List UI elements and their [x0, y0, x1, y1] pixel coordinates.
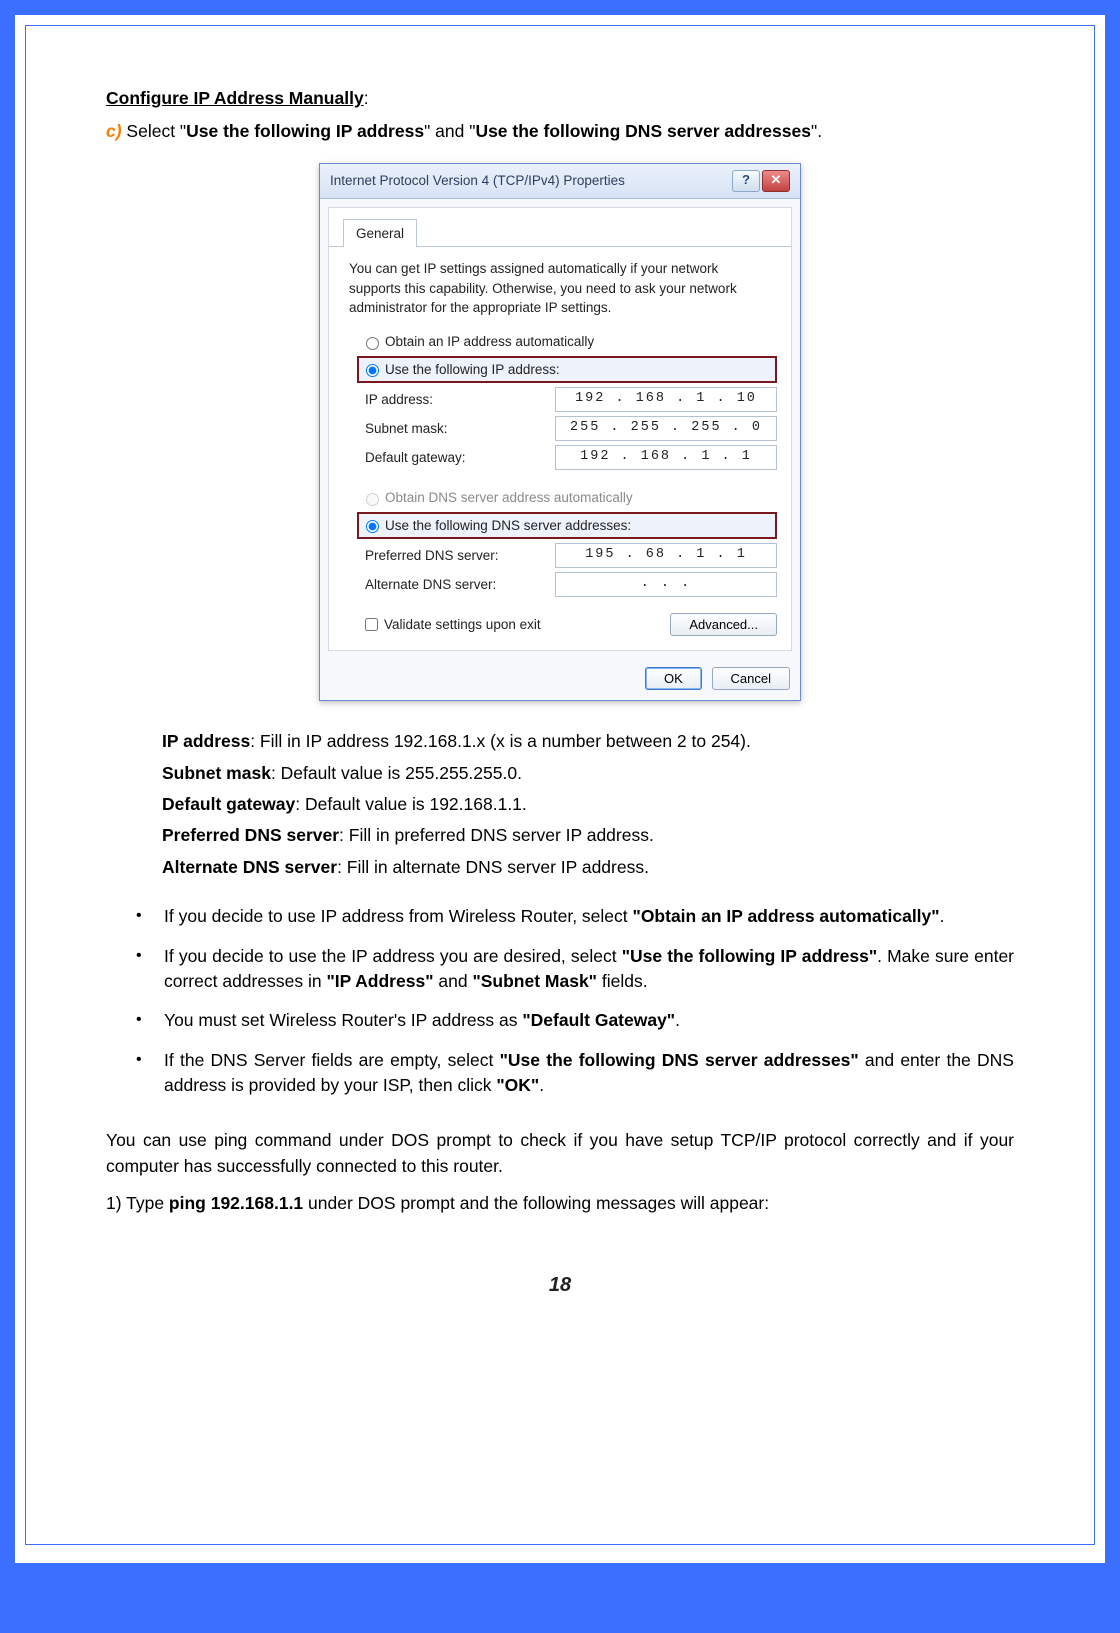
input-ip-address[interactable]: 192 . 168 . 1 . 10: [555, 387, 777, 412]
label-ip-address: IP address:: [343, 390, 555, 410]
label-subnet-mask: Subnet mask:: [343, 419, 555, 439]
radio-static-dns-input[interactable]: [366, 520, 379, 533]
radio-auto-dns: Obtain DNS server address automatically: [361, 488, 777, 508]
instruction-bullets: If you decide to use IP address from Wir…: [130, 904, 1014, 1098]
cancel-button[interactable]: Cancel: [712, 667, 790, 690]
dialog-description: You can get IP settings assigned automat…: [349, 259, 771, 318]
radio-auto-dns-input: [366, 493, 379, 506]
step-c-line: c) Select "Use the following IP address"…: [106, 119, 1014, 144]
tab-general[interactable]: General: [343, 219, 417, 248]
radio-auto-ip[interactable]: Obtain an IP address automatically: [361, 332, 777, 352]
dialog-titlebar: Internet Protocol Version 4 (TCP/IPv4) P…: [320, 164, 800, 199]
label-preferred-dns: Preferred DNS server:: [343, 546, 555, 566]
page-number: 18: [106, 1271, 1014, 1300]
help-button[interactable]: ?: [732, 170, 760, 192]
list-item: If you decide to use the IP address you …: [130, 944, 1014, 995]
input-preferred-dns[interactable]: 195 . 68 . 1 . 1: [555, 543, 777, 568]
input-default-gateway[interactable]: 192 . 168 . 1 . 1: [555, 445, 777, 470]
ok-button[interactable]: OK: [645, 667, 702, 690]
list-item: If the DNS Server fields are empty, sele…: [130, 1048, 1014, 1099]
list-item: You must set Wireless Router's IP addres…: [130, 1008, 1014, 1033]
checkbox-validate-label: Validate settings upon exit: [384, 615, 541, 635]
section-heading: Configure IP Address Manually: [106, 88, 364, 108]
radio-static-ip[interactable]: Use the following IP address:: [357, 356, 777, 384]
step-prefix: c): [106, 121, 122, 141]
input-alternate-dns[interactable]: . . .: [555, 572, 777, 597]
label-alternate-dns: Alternate DNS server:: [343, 575, 555, 595]
radio-static-dns[interactable]: Use the following DNS server addresses:: [357, 512, 777, 540]
advanced-button[interactable]: Advanced...: [670, 613, 777, 636]
list-item: If you decide to use IP address from Wir…: [130, 904, 1014, 929]
dialog-title: Internet Protocol Version 4 (TCP/IPv4) P…: [330, 171, 625, 191]
closing-paragraph-2: 1) Type ping 192.168.1.1 under DOS promp…: [106, 1191, 1014, 1216]
field-definitions: IP address: Fill in IP address 192.168.1…: [162, 729, 1014, 880]
input-subnet-mask[interactable]: 255 . 255 . 255 . 0: [555, 416, 777, 441]
radio-auto-ip-input[interactable]: [366, 337, 379, 350]
radio-static-ip-input[interactable]: [366, 364, 379, 377]
close-button[interactable]: ✕: [762, 170, 790, 192]
section-heading-suffix: :: [364, 88, 369, 108]
closing-paragraph-1: You can use ping command under DOS promp…: [106, 1128, 1014, 1179]
checkbox-validate[interactable]: [365, 618, 378, 631]
label-default-gateway: Default gateway:: [343, 448, 555, 468]
ipv4-properties-dialog: Internet Protocol Version 4 (TCP/IPv4) P…: [319, 163, 801, 702]
